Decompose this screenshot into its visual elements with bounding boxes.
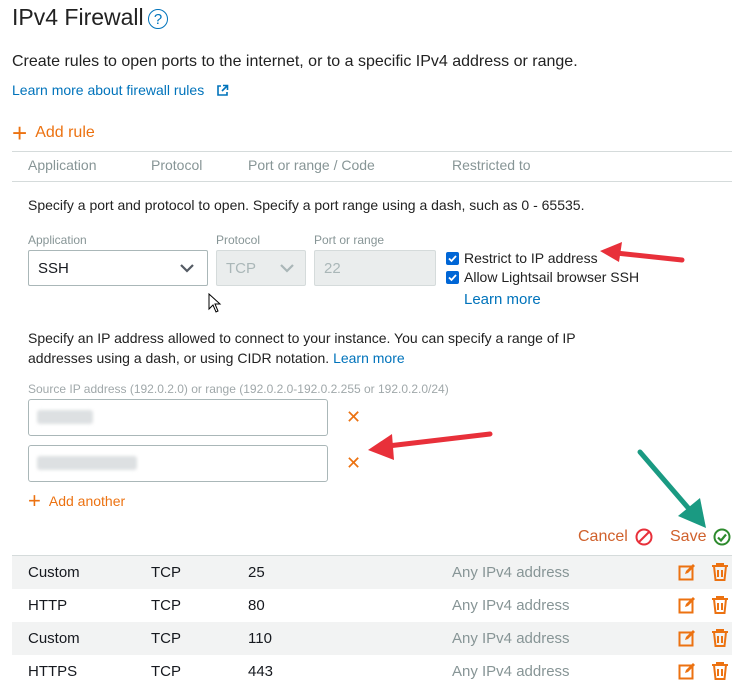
cancel-label: Cancel [578,528,628,545]
col-application: Application [28,157,97,173]
redacted-ip [37,410,93,424]
edit-icon[interactable] [678,629,696,647]
rule-application: HTTPS [28,663,78,680]
allow-ssh-checkbox[interactable] [446,271,459,284]
help-icon[interactable]: ? [148,9,168,29]
allow-ssh-label: Allow Lightsail browser SSH [464,269,640,285]
edit-icon[interactable] [678,563,696,581]
firewall-description: Create rules to open ports to the intern… [12,53,578,70]
protocol-value: TCP [226,260,256,277]
table-row: HTTPS TCP 443 Any IPv4 address [12,655,732,688]
trash-icon[interactable] [710,562,730,582]
chevron-down-icon [180,264,194,273]
rule-port: 25 [248,564,265,581]
rule-restricted: Any IPv4 address [452,663,570,680]
rule-application: HTTP [28,597,68,614]
application-value: SSH [38,260,69,277]
restrict-ip-label: Restrict to IP address [464,250,598,266]
rule-protocol: TCP [151,597,181,614]
trash-icon[interactable] [710,628,730,648]
rule-port: 443 [248,663,274,680]
save-label: Save [670,528,707,545]
rule-application: Custom [28,564,80,581]
port-input: 22 [314,250,436,286]
cancel-button[interactable]: Cancel [578,528,628,546]
remove-ip-1-icon[interactable]: ✕ [346,407,361,428]
remove-ip-2-icon[interactable]: ✕ [346,453,361,474]
protocol-select: TCP [216,250,306,286]
rule-restricted: Any IPv4 address [452,564,570,581]
table-row: Custom TCP 25 Any IPv4 address [12,556,732,589]
rule-protocol: TCP [151,564,181,581]
add-rule-label: Add rule [35,124,95,141]
cancel-icon[interactable] [635,528,653,546]
rule-port: 80 [248,597,265,614]
external-link-icon [217,84,229,96]
annotation-arrow-icon [637,449,706,528]
port-value: 22 [324,260,341,277]
add-another-label: Add another [48,493,126,509]
learn-more-firewall-link[interactable]: Learn more about firewall rules [12,82,204,98]
source-ip-label: Source IP address (192.0.2.0) or range (… [28,382,449,396]
trash-icon[interactable] [710,595,730,615]
protocol-label: Protocol [216,233,261,247]
redacted-ip [37,456,137,470]
application-select[interactable]: SSH [28,250,208,286]
rule-restricted: Any IPv4 address [452,630,570,647]
restrict-ip-checkbox[interactable] [446,252,459,265]
application-label: Application [28,233,87,247]
plus-icon: + [28,488,41,513]
checkmark-icon [448,255,457,263]
annotation-arrow-icon [368,431,493,460]
source-ip-input-1[interactable] [28,399,328,436]
edit-icon[interactable] [678,662,696,680]
table-row: HTTP TCP 80 Any IPv4 address [12,589,732,622]
page-title: IPv4 Firewall [12,4,144,30]
annotation-arrow-icon [600,242,685,263]
add-rule-button[interactable]: + Add rule [12,118,95,148]
rule-application: Custom [28,630,80,647]
checkmark-icon [448,274,457,282]
rule-protocol: TCP [151,630,181,647]
port-spec-text: Specify a port and protocol to open. Spe… [28,197,585,213]
source-ip-input-2[interactable] [28,445,328,482]
table-row: Custom TCP 110 Any IPv4 address [12,622,732,655]
header-top-divider [12,151,732,152]
header-bottom-divider [12,181,732,182]
rule-port: 110 [248,630,272,647]
add-another-button[interactable]: + Add another [28,488,126,513]
ip-instructions-text: Specify an IP address allowed to connect… [28,330,576,366]
ip-instructions: Specify an IP address allowed to connect… [28,328,588,368]
col-protocol: Protocol [151,157,203,173]
rule-restricted: Any IPv4 address [452,597,570,614]
rule-protocol: TCP [151,663,181,680]
learn-more-ip-link[interactable]: Learn more [333,350,405,366]
save-check-icon[interactable] [713,528,731,546]
trash-icon[interactable] [710,661,730,681]
mouse-cursor-icon [208,293,222,313]
plus-icon: + [12,118,28,148]
learn-more-ssh-link[interactable]: Learn more [464,291,541,308]
col-port: Port or range / Code [248,157,375,173]
port-label: Port or range [314,233,385,247]
edit-icon[interactable] [678,596,696,614]
col-restricted: Restricted to [452,157,531,173]
save-button[interactable]: Save [670,528,706,546]
chevron-down-icon [280,264,294,273]
